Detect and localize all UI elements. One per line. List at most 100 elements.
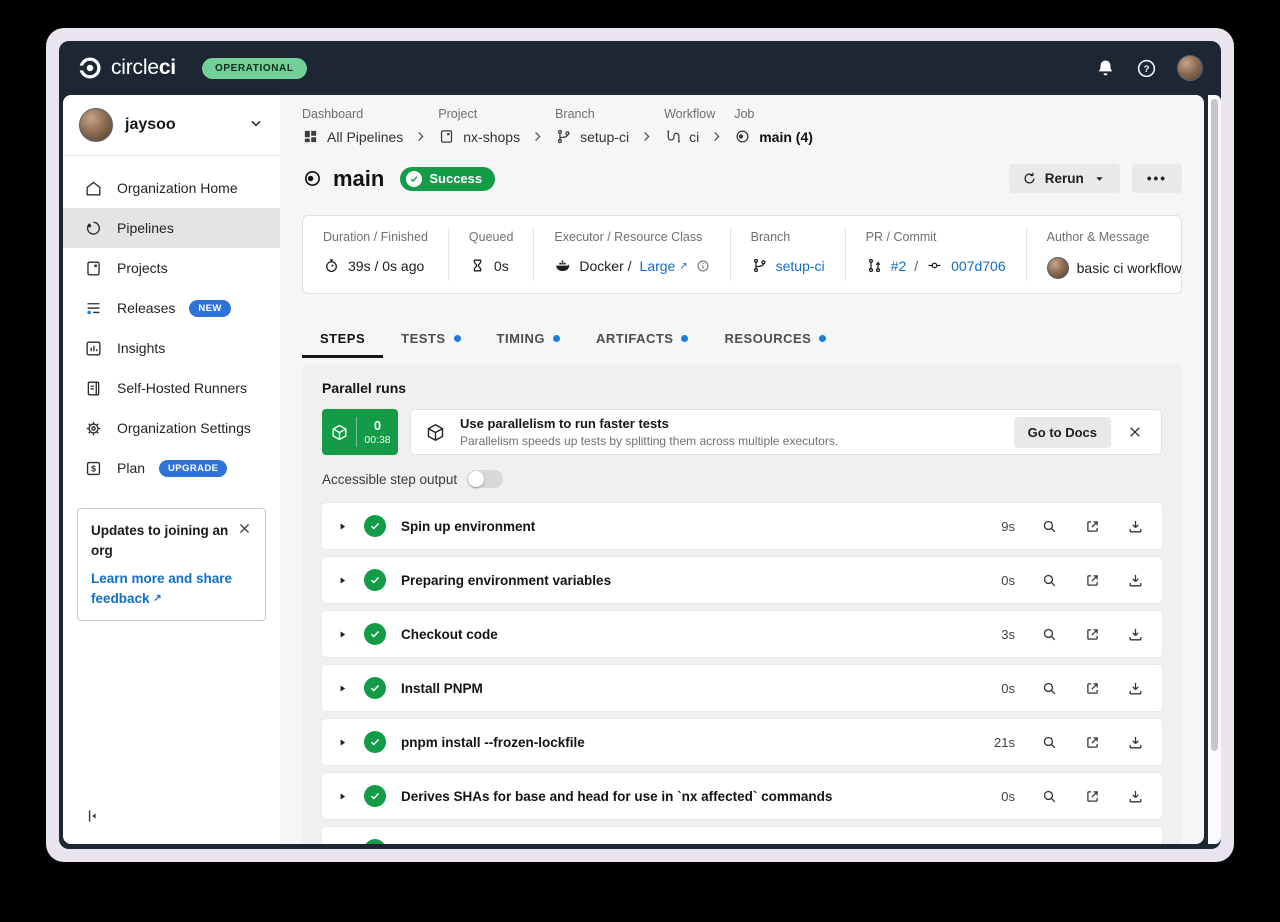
org-switcher[interactable]: jaysoo: [63, 95, 280, 156]
step-row[interactable]: Install PNPM 0s: [322, 665, 1162, 711]
expand-caret-icon[interactable]: [338, 576, 347, 585]
tab-indicator-dot: [553, 335, 560, 342]
search-output-icon[interactable]: [1041, 680, 1058, 697]
breadcrumb-icon: [734, 128, 751, 145]
search-output-icon[interactable]: [1041, 572, 1058, 589]
close-icon[interactable]: [1127, 424, 1143, 440]
tab-indicator-dot: [454, 335, 461, 342]
circleci-logo[interactable]: circleci: [77, 55, 176, 81]
open-external-icon[interactable]: [1084, 842, 1101, 845]
step-duration: 9s: [1001, 519, 1015, 534]
download-output-icon[interactable]: [1127, 842, 1144, 845]
tab[interactable]: STEPS: [302, 322, 383, 358]
breadcrumb-link[interactable]: nx-shops: [463, 129, 520, 145]
open-external-icon[interactable]: [1084, 680, 1101, 697]
download-output-icon[interactable]: [1127, 572, 1144, 589]
tab-indicator-dot: [681, 335, 688, 342]
expand-caret-icon[interactable]: [338, 522, 347, 531]
notifications-bell-icon[interactable]: [1095, 58, 1116, 79]
sidebar-item-label: Organization Home: [117, 180, 238, 196]
job-header: main Success Rerun: [302, 164, 1182, 193]
open-external-icon[interactable]: [1084, 572, 1101, 589]
resource-class-link[interactable]: Large ↗: [640, 258, 688, 274]
expand-caret-icon[interactable]: [338, 630, 347, 639]
page-scrollbar[interactable]: [1208, 95, 1221, 844]
sidebar-item-icon: $: [84, 459, 103, 478]
circleci-logo-icon: [77, 55, 103, 81]
step-row[interactable]: pnpm exec nx affected --base=$NX_BASE --…: [322, 827, 1162, 844]
more-options-button[interactable]: •••: [1132, 164, 1182, 193]
user-avatar[interactable]: [1177, 55, 1203, 81]
operational-status-badge[interactable]: OPERATIONAL: [202, 58, 307, 79]
tab-label: RESOURCES: [724, 331, 811, 346]
info-icon[interactable]: [696, 259, 710, 273]
search-output-icon[interactable]: [1041, 626, 1058, 643]
accessible-output-toggle[interactable]: [467, 470, 503, 488]
package-icon: [322, 423, 356, 442]
breadcrumb-item: Workflow ci: [664, 107, 734, 145]
tab[interactable]: TESTS: [383, 322, 478, 358]
search-output-icon[interactable]: [1041, 842, 1058, 845]
sidebar-item[interactable]: Insights: [63, 328, 280, 368]
step-name: Checkout code: [401, 627, 498, 642]
download-output-icon[interactable]: [1127, 788, 1144, 805]
expand-caret-icon[interactable]: [338, 684, 347, 693]
breadcrumb-icon: [438, 128, 455, 145]
breadcrumb-link[interactable]: ci: [689, 129, 699, 145]
sidebar-item[interactable]: Organization Settings: [63, 408, 280, 448]
search-output-icon[interactable]: [1041, 734, 1058, 751]
rerun-icon: [1022, 171, 1037, 186]
download-output-icon[interactable]: [1127, 734, 1144, 751]
go-to-docs-button[interactable]: Go to Docs: [1014, 417, 1111, 448]
breadcrumb-link[interactable]: All Pipelines: [327, 129, 403, 145]
breadcrumb: Dashboard All Pipelines: [302, 107, 1182, 145]
open-external-icon[interactable]: [1084, 788, 1101, 805]
sidebar-item[interactable]: $ Plan UPGRADE: [63, 448, 280, 488]
scrollbar-thumb[interactable]: [1211, 99, 1218, 751]
search-output-icon[interactable]: [1041, 518, 1058, 535]
sidebar-item-label: Releases: [117, 300, 175, 316]
open-external-icon[interactable]: [1084, 626, 1101, 643]
close-icon[interactable]: [237, 521, 252, 560]
content-area: jaysoo Organization Home: [63, 95, 1204, 844]
tab[interactable]: ARTIFACTS: [578, 322, 706, 358]
step-name: pnpm exec nx affected --base=$NX_BASE --…: [401, 843, 894, 845]
download-output-icon[interactable]: [1127, 680, 1144, 697]
breadcrumb-level-label: Dashboard: [302, 107, 438, 121]
breadcrumb-icon: [555, 128, 572, 145]
commit-link[interactable]: 007d706: [951, 258, 1006, 274]
chevron-right-icon: [531, 130, 544, 143]
breadcrumb-link[interactable]: main (4): [759, 129, 813, 145]
app-body: jaysoo Organization Home: [59, 95, 1221, 849]
sidebar-item-label: Insights: [117, 340, 165, 356]
sidebar-item[interactable]: Organization Home: [63, 168, 280, 208]
open-external-icon[interactable]: [1084, 734, 1101, 751]
step-row[interactable]: Checkout code 3s: [322, 611, 1162, 657]
breadcrumb-link[interactable]: setup-ci: [580, 129, 629, 145]
sidebar-item[interactable]: Projects: [63, 248, 280, 288]
rerun-button[interactable]: Rerun: [1009, 164, 1120, 193]
expand-caret-icon[interactable]: [338, 738, 347, 747]
tab[interactable]: RESOURCES: [706, 322, 844, 358]
sidebar-item[interactable]: Releases NEW: [63, 288, 280, 328]
tab-label: TESTS: [401, 331, 445, 346]
sidebar-item[interactable]: Pipelines: [63, 208, 280, 248]
updates-card-link[interactable]: Learn more and share feedback ↗: [91, 569, 252, 608]
step-row[interactable]: Derives SHAs for base and head for use i…: [322, 773, 1162, 819]
step-row[interactable]: pnpm install --frozen-lockfile 21s: [322, 719, 1162, 765]
open-external-icon[interactable]: [1084, 518, 1101, 535]
sidebar-item[interactable]: Self-Hosted Runners: [63, 368, 280, 408]
sidebar-collapse-icon[interactable]: [84, 807, 102, 830]
step-row[interactable]: Spin up environment 9s: [322, 503, 1162, 549]
tab[interactable]: TIMING: [479, 322, 579, 358]
pr-link[interactable]: #2: [891, 258, 907, 274]
step-row[interactable]: Preparing environment variables 0s: [322, 557, 1162, 603]
parallel-run-selector[interactable]: 0 00:38: [322, 409, 398, 455]
download-output-icon[interactable]: [1127, 626, 1144, 643]
expand-caret-icon[interactable]: [338, 792, 347, 801]
download-output-icon[interactable]: [1127, 518, 1144, 535]
branch-link[interactable]: setup-ci: [776, 258, 825, 274]
help-icon[interactable]: ?: [1136, 58, 1157, 79]
breadcrumb-item: Project nx-shops: [438, 107, 555, 145]
search-output-icon[interactable]: [1041, 788, 1058, 805]
